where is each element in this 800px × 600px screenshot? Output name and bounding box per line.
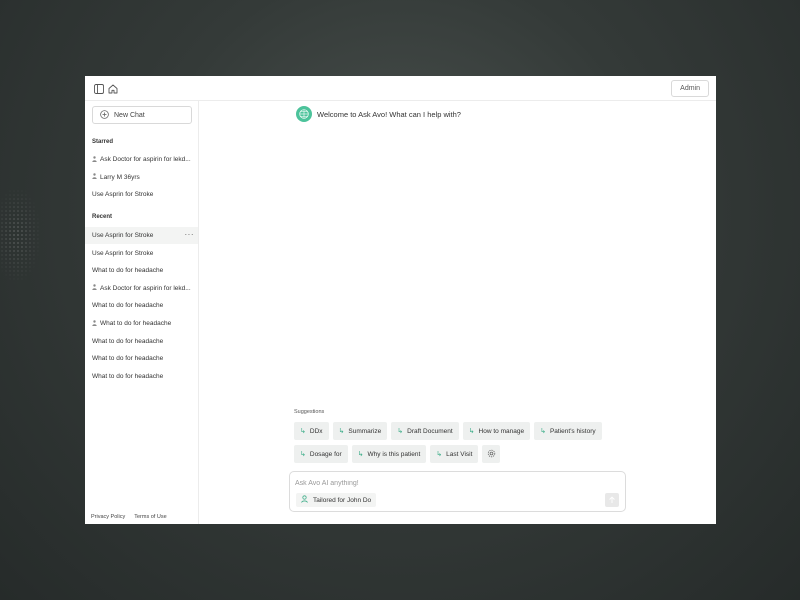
arrow-up-icon bbox=[608, 491, 616, 509]
suggestion-chip-label: Why is this patient bbox=[367, 450, 421, 458]
plus-circle-icon bbox=[100, 109, 109, 121]
enter-arrow-icon: ↳ bbox=[436, 451, 443, 458]
avo-logo-icon bbox=[296, 106, 312, 122]
recent-chat-item[interactable]: What to do for headache bbox=[85, 297, 198, 314]
suggestion-chip[interactable]: ↳ Draft Document bbox=[391, 422, 459, 440]
suggestion-chip-label: How to manage bbox=[478, 427, 525, 435]
background-dot-pattern bbox=[0, 185, 42, 285]
recent-chat-item[interactable]: Use Asprin for Stroke bbox=[85, 245, 198, 262]
footer-links: Privacy Policy Terms of Use bbox=[91, 514, 167, 520]
tailored-for-patient-chip[interactable]: Tailored for John Do bbox=[296, 493, 377, 507]
recent-chat-item[interactable]: What to do for headache bbox=[85, 262, 198, 279]
suggestion-chip[interactable]: ↳ DDx bbox=[294, 422, 329, 440]
privacy-policy-link[interactable]: Privacy Policy bbox=[91, 514, 125, 520]
user-icon bbox=[301, 495, 309, 505]
recent-chat-item[interactable]: Use Asprin for Stroke ··· bbox=[85, 227, 198, 244]
recent-chat-item[interactable]: What to do for headache bbox=[85, 350, 198, 367]
sidebar: New Chat Starred Ask Doctor for aspirin … bbox=[85, 101, 199, 524]
suggestion-chip-label: Draft Document bbox=[407, 427, 453, 435]
terms-of-use-link[interactable]: Terms of Use bbox=[134, 514, 166, 520]
chat-item-label: Use Asprin for Stroke bbox=[92, 191, 154, 198]
chat-item-label: What to do for headache bbox=[92, 267, 164, 275]
chat-item-label: Ask Doctor for aspirin for lekd... bbox=[100, 284, 191, 292]
suggestion-chip-label: Patient's history bbox=[549, 427, 596, 435]
suggestion-chip[interactable]: ↳ Patient's history bbox=[534, 422, 602, 440]
app-window: Admin New Chat Starred Ask Doctor for as… bbox=[85, 76, 716, 524]
chat-item-label: Use Asprin for Stroke bbox=[92, 249, 154, 257]
admin-button-label: Admin bbox=[680, 85, 700, 92]
person-icon bbox=[92, 319, 97, 328]
enter-arrow-icon: ↳ bbox=[300, 451, 306, 458]
tailored-label: Tailored for John Do bbox=[313, 496, 372, 504]
new-chat-button[interactable]: New Chat bbox=[92, 106, 192, 124]
send-button[interactable] bbox=[605, 493, 619, 507]
suggestion-chip[interactable]: ↳ How to manage bbox=[462, 422, 531, 440]
enter-arrow-icon: ↳ bbox=[540, 428, 546, 435]
suggestion-chip[interactable]: ↳ Last Visit bbox=[430, 445, 479, 463]
suggestion-chip-label: Last Visit bbox=[446, 450, 473, 458]
suggestion-chip-label: Dosage for bbox=[309, 450, 342, 458]
suggestions-row-2: ↳ Dosage for ↳ Why is this patient ↳ Last Vis… bbox=[294, 445, 501, 463]
person-icon bbox=[92, 284, 97, 292]
suggestion-chip[interactable]: ↳ Dosage for bbox=[294, 445, 348, 463]
starred-section-label: Starred bbox=[92, 139, 114, 145]
enter-arrow-icon: ↳ bbox=[357, 451, 364, 458]
chat-item-label: What to do for headache bbox=[92, 355, 164, 363]
recent-chat-item[interactable]: Ask Doctor for aspirin for lekd... bbox=[85, 280, 198, 297]
suggestion-chip[interactable]: ↳ Summarize bbox=[332, 422, 388, 440]
chat-item-label: What to do for headache bbox=[92, 372, 164, 380]
welcome-text: Welcome to Ask Avo! What can I help with… bbox=[317, 109, 461, 119]
recent-chat-item[interactable]: What to do for headache bbox=[85, 368, 198, 385]
enter-arrow-icon: ↳ bbox=[300, 428, 306, 435]
new-chat-label: New Chat bbox=[114, 111, 145, 119]
enter-arrow-icon: ↳ bbox=[338, 428, 345, 435]
chat-item-label: Use Asprin for Stroke bbox=[92, 232, 154, 239]
suggestions-row-1: ↳ DDx ↳ Summarize ↳ Draft Document ↳ How to man… bbox=[294, 422, 602, 440]
chat-item-label: What to do for headache bbox=[92, 337, 164, 345]
main-chat-area: Welcome to Ask Avo! What can I help with… bbox=[199, 101, 716, 524]
enter-arrow-icon: ↳ bbox=[397, 428, 404, 435]
recent-chat-item[interactable]: What to do for headache bbox=[85, 333, 198, 350]
starred-chat-item[interactable]: Ask Doctor for aspirin for lekd... bbox=[85, 151, 198, 168]
starred-chat-item[interactable]: Use Asprin for Stroke bbox=[85, 186, 198, 203]
chat-input-box: Tailored for John Do bbox=[289, 471, 626, 512]
more-options-icon[interactable]: ··· bbox=[185, 230, 195, 239]
suggestions-label: Suggestions bbox=[294, 409, 325, 415]
chat-item-label: Ask Doctor for aspirin for lekd... bbox=[100, 156, 191, 163]
recent-section-label: Recent bbox=[92, 214, 113, 220]
chat-item-label: What to do for headache bbox=[92, 302, 164, 310]
suggestion-chip-label: DDx bbox=[309, 427, 323, 435]
chat-item-label: Larry M 36yrs bbox=[100, 173, 140, 181]
suggestion-settings-button[interactable] bbox=[482, 445, 501, 463]
suggestion-chip[interactable]: ↳ Why is this patient bbox=[351, 445, 427, 463]
top-bar: Admin bbox=[85, 76, 716, 101]
sidebar-toggle-icon[interactable] bbox=[92, 82, 105, 95]
welcome-message: Welcome to Ask Avo! What can I help with… bbox=[296, 106, 461, 122]
person-icon bbox=[92, 155, 97, 164]
chat-item-label: What to do for headache bbox=[100, 320, 172, 327]
person-icon bbox=[92, 173, 97, 181]
home-icon[interactable] bbox=[106, 82, 119, 95]
suggestion-chip-label: Summarize bbox=[348, 427, 382, 435]
recent-chat-item[interactable]: What to do for headache bbox=[85, 315, 198, 332]
admin-button[interactable]: Admin bbox=[671, 80, 709, 97]
starred-chat-item[interactable]: Larry M 36yrs bbox=[85, 169, 198, 186]
enter-arrow-icon: ↳ bbox=[468, 428, 475, 435]
gear-icon bbox=[487, 449, 496, 460]
chat-input[interactable] bbox=[295, 477, 595, 489]
